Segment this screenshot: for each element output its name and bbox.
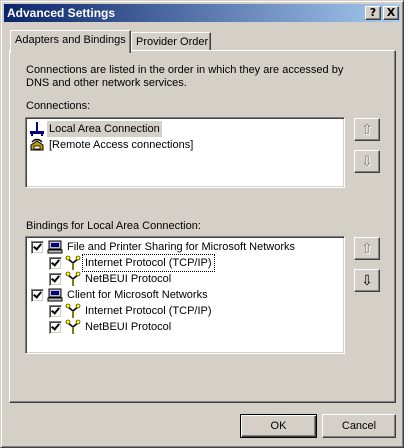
binding-label: Internet Protocol (TCP/IP)	[82, 254, 215, 272]
tab-provider-order-label: Provider Order	[136, 36, 209, 48]
connections-list[interactable]: Local Area Connection [Remote Access con…	[25, 117, 345, 188]
binding-checkbox[interactable]	[49, 273, 62, 286]
binding-move-down-button[interactable]: ⇩	[354, 269, 380, 292]
tab-provider-order[interactable]: Provider Order	[131, 32, 211, 52]
protocol-icon	[65, 319, 81, 334]
binding-item[interactable]: Internet Protocol (TCP/IP)	[29, 303, 339, 319]
help-icon: ?	[369, 6, 377, 19]
arrow-down-icon: ⇩	[361, 273, 373, 289]
window-title: Advanced Settings	[7, 6, 116, 20]
binding-move-up-button[interactable]: ⇧	[354, 237, 380, 260]
tab-panel: Connections are listed in the order in w…	[9, 50, 396, 403]
binding-item[interactable]: NetBEUI Protocol	[29, 271, 339, 287]
binding-label: Client for Microsoft Networks	[67, 289, 208, 301]
binding-item[interactable]: Client for Microsoft Networks	[29, 287, 339, 303]
connection-label: [Remote Access connections]	[49, 139, 194, 151]
binding-item[interactable]: NetBEUI Protocol	[29, 319, 339, 335]
bindings-label: Bindings for Local Area Connection:	[26, 220, 201, 232]
tab-adapters-and-bindings[interactable]: Adapters and Bindings	[10, 30, 131, 53]
computer-icon	[47, 240, 63, 254]
binding-checkbox[interactable]	[31, 289, 44, 302]
cancel-button[interactable]: Cancel	[322, 414, 396, 438]
network-adapter-icon	[30, 122, 44, 136]
connection-move-down-button[interactable]: ⇩	[354, 150, 380, 173]
bindings-tree[interactable]: File and Printer Sharing for Microsoft N…	[25, 236, 345, 354]
binding-label: Internet Protocol (TCP/IP)	[85, 305, 212, 317]
binding-item[interactable]: File and Printer Sharing for Microsoft N…	[29, 239, 339, 255]
binding-checkbox[interactable]	[49, 257, 62, 270]
connection-label: Local Area Connection	[47, 121, 162, 137]
advanced-settings-dialog: Advanced Settings ? X Adapters and Bindi…	[0, 0, 404, 448]
binding-checkbox[interactable]	[31, 241, 44, 254]
description-text: Connections are listed in the order in w…	[26, 64, 344, 89]
protocol-icon	[65, 271, 81, 286]
title-bar[interactable]: Advanced Settings	[4, 4, 400, 22]
arrow-up-icon: ⇧	[361, 122, 373, 138]
binding-item[interactable]: Internet Protocol (TCP/IP)	[29, 254, 339, 272]
binding-label: NetBEUI Protocol	[85, 273, 172, 285]
phone-modem-icon	[30, 138, 44, 151]
help-button[interactable]: ?	[365, 6, 381, 20]
protocol-icon	[65, 303, 81, 318]
cancel-label: Cancel	[341, 420, 377, 432]
binding-label: NetBEUI Protocol	[85, 321, 172, 333]
connections-label: Connections:	[26, 100, 91, 112]
ok-button[interactable]: OK	[240, 414, 317, 438]
arrow-down-icon: ⇩	[361, 154, 373, 170]
binding-checkbox[interactable]	[49, 321, 62, 334]
protocol-icon	[65, 255, 81, 270]
ok-label: OK	[270, 420, 287, 432]
connection-move-up-button[interactable]: ⇧	[354, 118, 380, 141]
tab-adapters-and-bindings-label: Adapters and Bindings	[15, 34, 126, 46]
computer-icon	[47, 288, 63, 302]
binding-checkbox[interactable]	[49, 305, 62, 318]
close-icon: X	[386, 6, 396, 19]
arrow-up-icon: ⇧	[361, 241, 373, 257]
close-button[interactable]: X	[383, 6, 399, 20]
binding-label: File and Printer Sharing for Microsoft N…	[67, 241, 296, 253]
